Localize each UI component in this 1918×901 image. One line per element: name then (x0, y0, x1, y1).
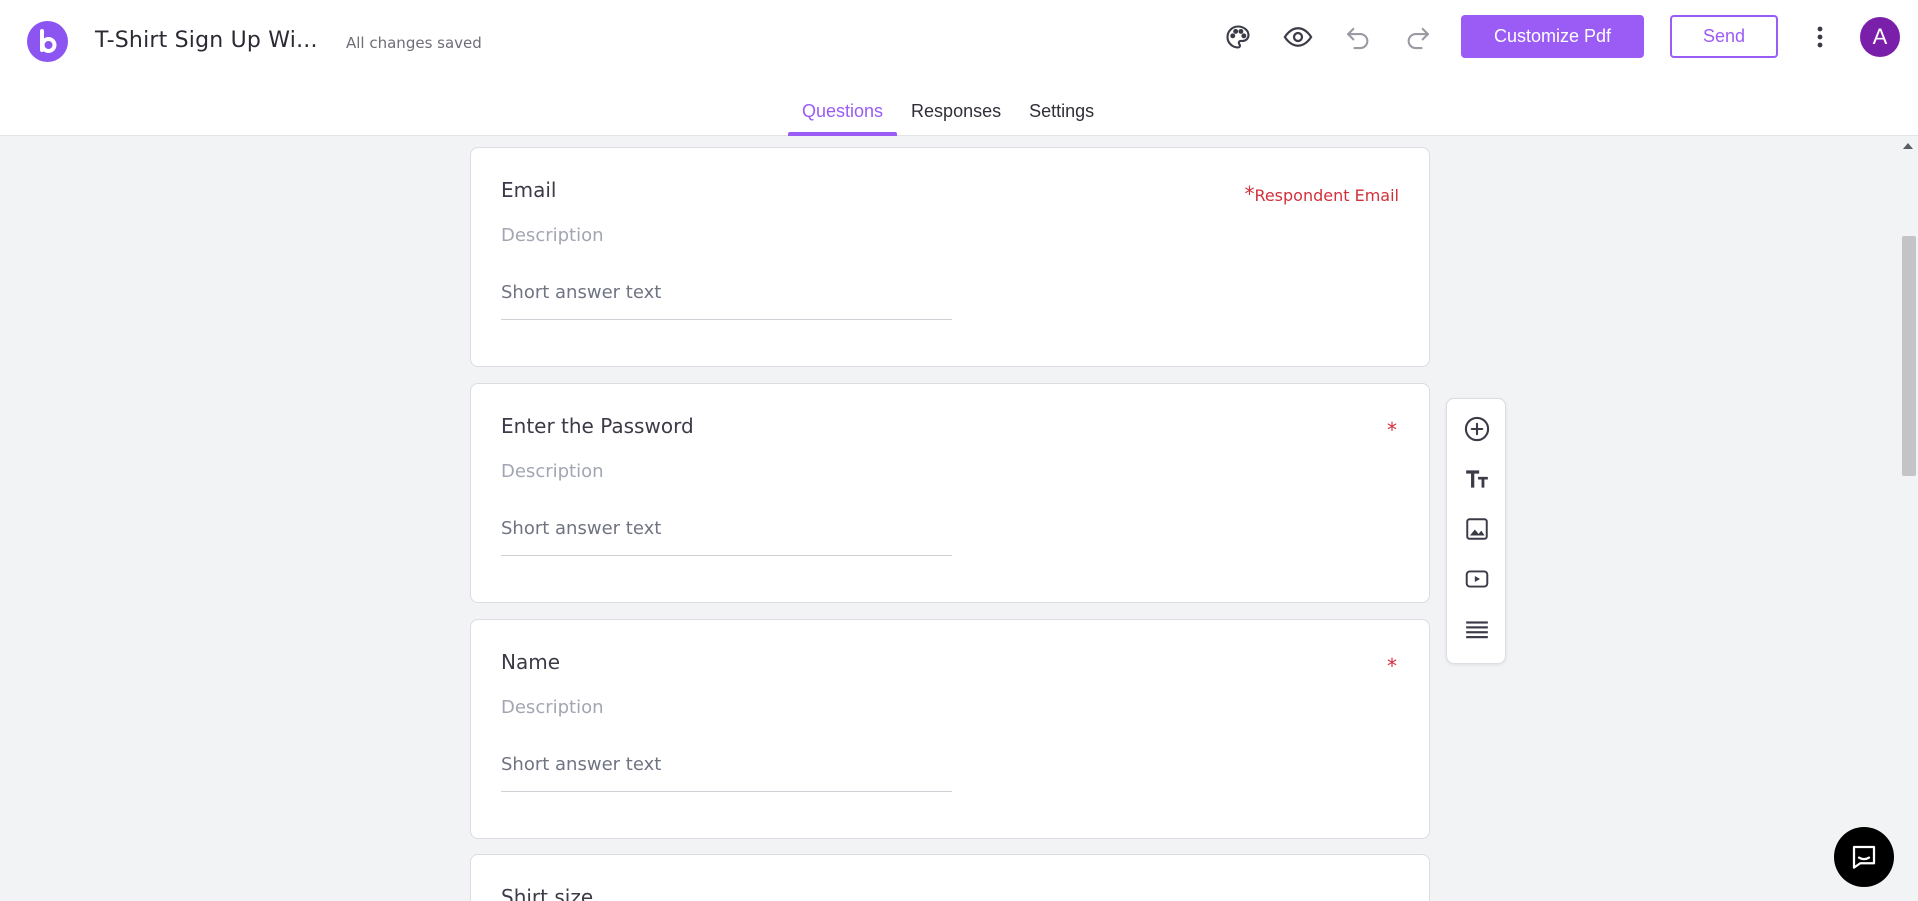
question-title[interactable]: Shirt size (501, 885, 593, 901)
brand-logo-icon[interactable] (27, 21, 68, 62)
question-title[interactable]: Enter the Password (501, 414, 694, 438)
short-answer-field: Short answer text (501, 754, 952, 792)
top-bar: T-Shirt Sign Up Wi... All changes saved … (0, 0, 1918, 136)
respondent-email-label: *Respondent Email (1244, 182, 1399, 206)
customize-pdf-button[interactable]: Customize Pdf (1461, 15, 1644, 58)
required-mark: * (1244, 182, 1255, 206)
eye-icon[interactable] (1281, 20, 1315, 54)
section-icon[interactable] (1462, 614, 1492, 644)
scrollbar-thumb[interactable] (1902, 236, 1916, 476)
tab-bar: Questions Responses Settings (788, 96, 1108, 136)
scroll-up-arrow[interactable] (1903, 143, 1913, 149)
image-icon[interactable] (1462, 514, 1492, 544)
question-toolbar (1446, 398, 1506, 664)
send-button[interactable]: Send (1670, 15, 1778, 58)
tab-questions[interactable]: Questions (788, 96, 898, 136)
title-text-icon[interactable] (1462, 464, 1492, 494)
palette-icon[interactable] (1221, 20, 1255, 54)
required-label: Respondent Email (1254, 186, 1399, 205)
tab-settings[interactable]: Settings (1015, 96, 1108, 136)
tab-responses[interactable]: Responses (897, 96, 1015, 136)
question-description[interactable]: Description (501, 697, 604, 718)
short-answer-field: Short answer text (501, 282, 952, 320)
question-card-name[interactable]: Name * Description Short answer text (470, 619, 1430, 839)
video-icon[interactable] (1462, 564, 1492, 594)
question-card-password[interactable]: Enter the Password * Description Short a… (470, 383, 1430, 603)
chat-icon[interactable] (1834, 827, 1894, 887)
required-mark: * (1387, 654, 1397, 678)
form-title[interactable]: T-Shirt Sign Up Wi... (95, 28, 318, 53)
question-title[interactable]: Email (501, 178, 557, 202)
save-status: All changes saved (346, 34, 482, 52)
redo-icon[interactable] (1401, 20, 1435, 54)
question-title[interactable]: Name (501, 650, 560, 674)
question-description[interactable]: Description (501, 225, 604, 246)
undo-icon[interactable] (1341, 20, 1375, 54)
required-mark: * (1387, 418, 1397, 442)
avatar[interactable]: A (1860, 17, 1900, 57)
question-description[interactable]: Description (501, 461, 604, 482)
add-circle-icon[interactable] (1462, 414, 1492, 444)
question-card-email[interactable]: Email *Respondent Email Description Shor… (470, 147, 1430, 367)
more-vertical-icon[interactable] (1805, 20, 1835, 54)
short-answer-field: Short answer text (501, 518, 952, 556)
question-card-shirt-size[interactable]: Shirt size (470, 854, 1430, 901)
